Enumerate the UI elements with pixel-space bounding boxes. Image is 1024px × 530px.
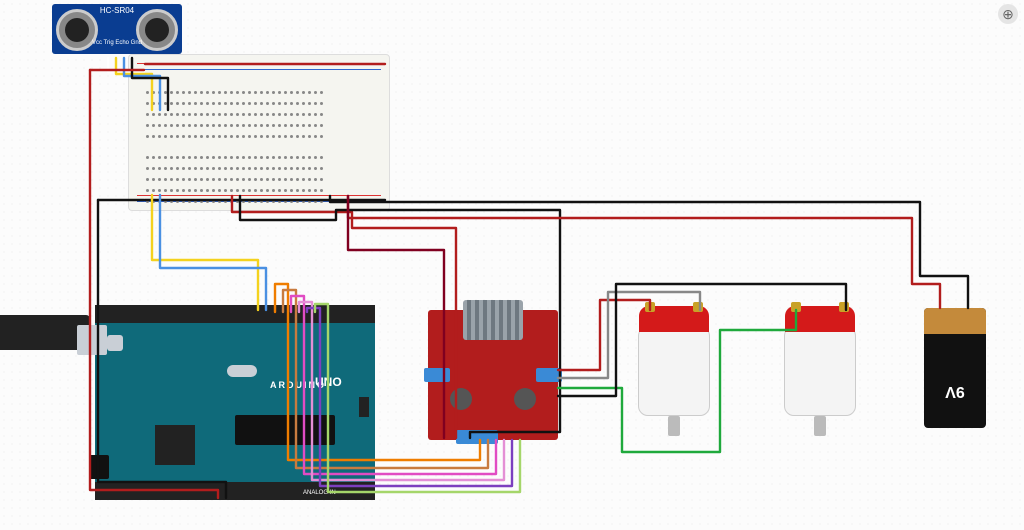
dc-motor-1[interactable] (628, 306, 720, 436)
wire-bat-neg[interactable] (330, 196, 968, 308)
arduino-usb-port[interactable] (77, 325, 107, 355)
arduino-icsp-header (359, 397, 369, 417)
breadboard-row[interactable] (144, 81, 374, 87)
ultrasonic-sensor[interactable]: HC-SR04 Vcc Trig Echo Gnd (52, 4, 182, 54)
arduino-uno[interactable]: ARDUINO UNO ANALOG IN (95, 305, 375, 500)
arduino-power-jack[interactable] (89, 455, 109, 479)
dc-motor-2[interactable] (774, 306, 866, 436)
breadboard-row[interactable] (144, 190, 374, 196)
wire-trig-to-d7[interactable] (152, 195, 258, 310)
arduino-analog-label: ANALOG IN (303, 490, 336, 496)
arduino-reset-button[interactable] (107, 335, 123, 351)
motor-endcap (785, 306, 855, 332)
sensor-pins: Vcc Trig Echo Gnd (92, 40, 142, 46)
l298n-capacitor (450, 388, 472, 410)
motor-body (784, 326, 856, 416)
arduino-crystal (227, 365, 257, 377)
breadboard-row[interactable] (144, 92, 374, 98)
breadboard-row[interactable] (144, 114, 374, 120)
zoom-icon[interactable]: ⊕ (998, 4, 1018, 24)
breadboard-row[interactable] (144, 157, 374, 163)
breadboard-row[interactable] (144, 179, 374, 185)
battery-terminals (924, 308, 986, 334)
wire-bat-pos[interactable] (348, 196, 940, 308)
breadboard-row[interactable] (144, 103, 374, 109)
l298n-heatsink (463, 300, 523, 340)
arduino-model: UNO (315, 375, 342, 389)
sensor-transducer-right (136, 9, 178, 51)
l298n-motor-driver[interactable] (428, 310, 558, 440)
motor-shaft (668, 416, 680, 436)
l298n-terminal-motor-a[interactable] (424, 368, 450, 382)
motor-shaft (814, 416, 826, 436)
arduino-atmega328 (235, 415, 335, 445)
l298n-terminal-motor-b[interactable] (536, 368, 562, 382)
breadboard-row[interactable] (144, 168, 374, 174)
breadboard[interactable] (128, 54, 390, 211)
arduino-digital-headers[interactable] (95, 305, 375, 323)
arduino-atmega16u2 (155, 425, 195, 465)
battery-label: 9V (924, 382, 986, 400)
fritzing-canvas[interactable]: ⊕ HC-SR04 Vcc Trig Echo Gnd ARDUINO UNO … (0, 0, 1024, 530)
l298n-terminal-power[interactable] (456, 430, 498, 444)
sensor-label: HC-SR04 (100, 6, 134, 15)
motor-endcap (639, 306, 709, 332)
breadboard-rail-neg-top (137, 69, 381, 70)
wire-echo-to-d6[interactable] (160, 195, 266, 310)
motor-body (638, 326, 710, 416)
breadboard-rail-pos-top (137, 63, 381, 64)
breadboard-row[interactable] (144, 146, 374, 152)
breadboard-row[interactable] (144, 125, 374, 131)
battery-9v[interactable]: 9V (924, 308, 986, 428)
l298n-capacitor (514, 388, 536, 410)
